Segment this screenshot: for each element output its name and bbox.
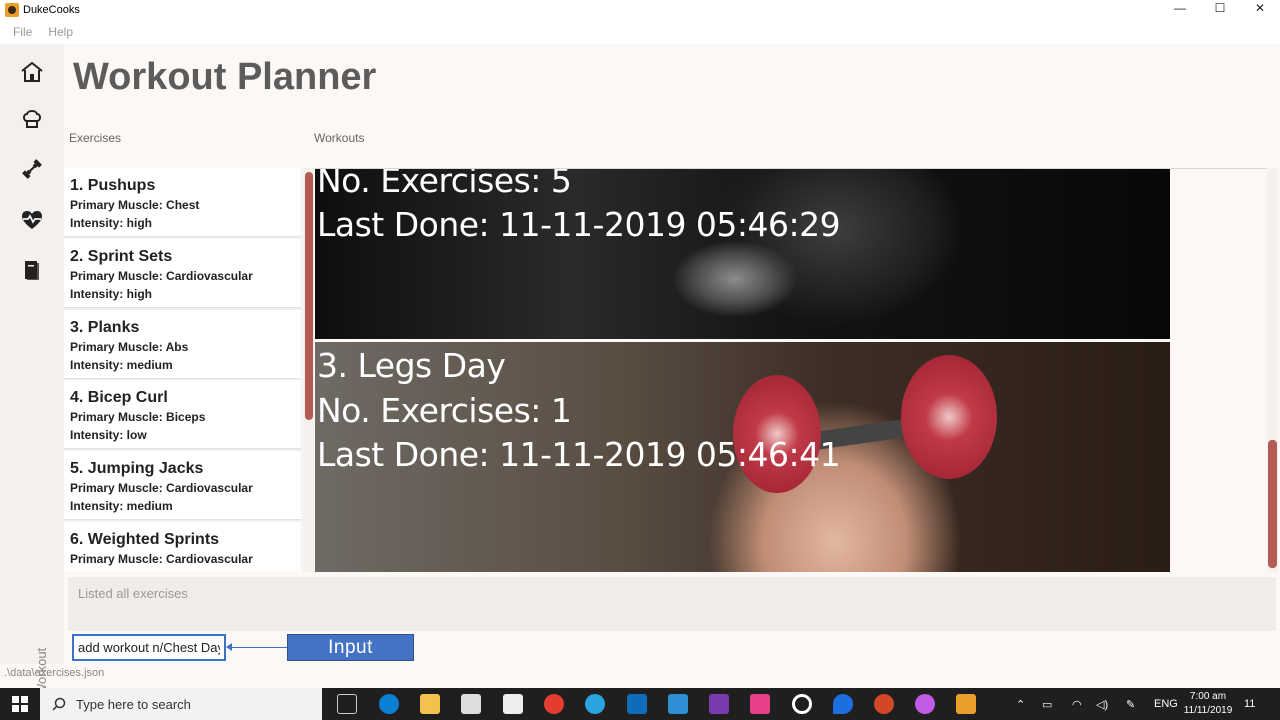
exercise-muscle: Primary Muscle: Cardiovascular	[70, 481, 253, 495]
exercise-card[interactable]: 6. Weighted Sprints Primary Muscle: Card…	[64, 522, 301, 571]
powerpoint-icon[interactable]	[874, 694, 894, 714]
notification-icon[interactable]: 11	[1244, 688, 1255, 720]
dumbbell-icon[interactable]	[18, 155, 46, 183]
wifi-icon[interactable]: ◠	[1072, 688, 1082, 720]
exercise-intensity: Intensity: high	[70, 216, 152, 230]
exercise-muscle: Primary Muscle: Cardiovascular	[70, 552, 253, 566]
sidebar: Workout	[0, 44, 64, 696]
taskbar-clock[interactable]: 7:00 am 11/11/2019	[1180, 690, 1236, 718]
exercise-card[interactable]: 1. Pushups Primary Muscle: Chest Intensi…	[64, 168, 301, 237]
maximize-button[interactable]: ☐	[1200, 0, 1240, 16]
menu-bar: File Help	[0, 20, 1280, 44]
workout-scrollbar-thumb[interactable]	[1268, 440, 1277, 568]
workout-title: 3. Legs Day	[317, 346, 506, 385]
exercise-title: 5. Jumping Jacks	[70, 460, 204, 477]
heartbeat-icon[interactable]	[18, 206, 46, 234]
callout-arrow-head	[226, 643, 232, 651]
task-view-icon[interactable]	[337, 694, 357, 714]
workout-list[interactable]: No. Exercises: 5 Last Done: 11-11-2019 0…	[315, 168, 1278, 572]
exercise-muscle: Primary Muscle: Biceps	[70, 410, 206, 424]
telegram-icon[interactable]	[585, 694, 605, 714]
window-title: DukeCooks	[23, 4, 80, 16]
input-callout-label: Input	[287, 634, 414, 661]
workout-last-done: Last Done: 11-11-2019 05:46:29	[317, 205, 841, 244]
chef-app-icon	[5, 3, 19, 17]
callout-arrow	[228, 647, 288, 648]
window-controls: — ☐ ✕	[1160, 0, 1280, 20]
language-indicator[interactable]: ENG	[1154, 688, 1178, 720]
clock-date: 11/11/2019	[1183, 705, 1233, 716]
windows-start-icon[interactable]	[0, 688, 40, 720]
exercise-list[interactable]: 1. Pushups Primary Muscle: Chest Intensi…	[64, 168, 302, 571]
workout-exercise-count: No. Exercises: 1	[317, 391, 572, 430]
exercise-card[interactable]: 4. Bicep Curl Primary Muscle: Biceps Int…	[64, 380, 301, 449]
exercise-muscle: Primary Muscle: Chest	[70, 198, 200, 212]
search-icon	[52, 697, 66, 711]
exercise-title: 2. Sprint Sets	[70, 248, 173, 265]
status-bar-path: .\data\exercises.json	[4, 667, 105, 679]
search-placeholder: Type here to search	[76, 696, 191, 712]
taskbar: Type here to search ⌃ ▭ ◠ ◁) ✎ ENG 7:00 …	[0, 688, 1280, 720]
menu-help[interactable]: Help	[48, 25, 73, 39]
clock-time: 7:00 am	[1189, 691, 1227, 702]
workout-last-done: Last Done: 11-11-2019 05:46:41	[317, 435, 841, 474]
exercises-label: Exercises	[69, 131, 122, 145]
exercise-card[interactable]: 3. Planks Primary Muscle: Abs Intensity:…	[64, 310, 301, 379]
workouts-label: Workouts	[314, 131, 365, 145]
exercise-card[interactable]: 2. Sprint Sets Primary Muscle: Cardiovas…	[64, 239, 301, 308]
exercise-title: 6. Weighted Sprints	[70, 531, 220, 548]
notification-count: 11	[1244, 698, 1256, 710]
exercise-intensity: Intensity: low	[70, 428, 147, 442]
minimize-button[interactable]: —	[1160, 0, 1200, 16]
exercise-intensity: Intensity: medium	[70, 358, 173, 372]
menu-file[interactable]: File	[13, 25, 32, 39]
chef-hat-icon[interactable]	[18, 105, 46, 133]
workout-exercise-count: No. Exercises: 5	[317, 168, 572, 200]
battery-icon[interactable]: ▭	[1042, 688, 1052, 720]
maps-icon[interactable]	[833, 694, 853, 714]
outlook-icon[interactable]	[627, 694, 647, 714]
chrome-icon[interactable]	[544, 694, 564, 714]
vscode-icon[interactable]	[668, 694, 688, 714]
pen-icon[interactable]: ✎	[1126, 688, 1135, 720]
exercise-title: 4. Bicep Curl	[70, 389, 168, 406]
exercise-muscle: Primary Muscle: Cardiovascular	[70, 269, 253, 283]
home-icon[interactable]	[18, 58, 46, 86]
edge-icon[interactable]	[379, 694, 399, 714]
title-bar: DukeCooks — ☐ ✕	[0, 0, 1280, 20]
taskbar-search[interactable]: Type here to search	[40, 688, 322, 720]
exercise-intensity: Intensity: high	[70, 287, 152, 301]
exercise-card[interactable]: 5. Jumping Jacks Primary Muscle: Cardiov…	[64, 451, 301, 520]
exercise-muscle: Primary Muscle: Abs	[70, 340, 189, 354]
book-icon[interactable]	[18, 256, 46, 284]
exercise-title: 3. Planks	[70, 319, 140, 336]
result-display: Listed all exercises	[68, 577, 1276, 631]
file-explorer-icon[interactable]	[420, 694, 440, 714]
volume-icon[interactable]: ◁)	[1096, 688, 1108, 720]
mail-icon[interactable]	[503, 694, 523, 714]
store-icon[interactable]	[461, 694, 481, 714]
paint-3d-icon[interactable]	[915, 694, 935, 714]
settings-gear-icon[interactable]	[792, 694, 812, 714]
exercise-scrollbar-thumb[interactable]	[305, 172, 313, 420]
onenote-icon[interactable]	[709, 694, 729, 714]
intellij-icon[interactable]	[750, 694, 770, 714]
page-title: Workout Planner	[73, 56, 377, 98]
exercise-title: 1. Pushups	[70, 177, 156, 194]
chevron-up-icon[interactable]: ⌃	[1016, 688, 1025, 720]
command-input[interactable]	[72, 634, 226, 661]
close-button[interactable]: ✕	[1240, 0, 1280, 16]
exercise-intensity: Intensity: medium	[70, 499, 173, 513]
dukecooks-taskbar-icon[interactable]	[956, 694, 976, 714]
